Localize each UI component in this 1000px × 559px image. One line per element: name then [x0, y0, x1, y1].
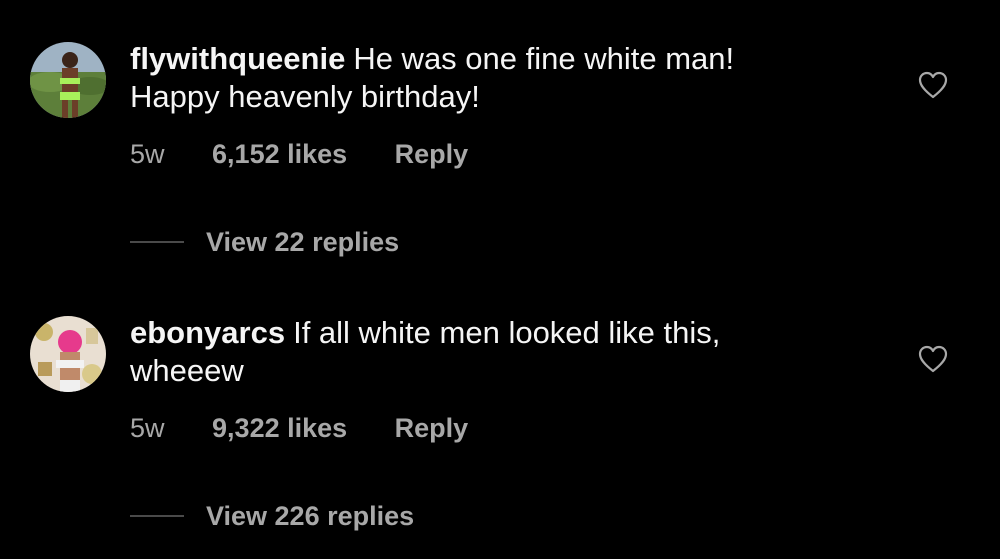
view-replies-button[interactable]: View 226 replies: [130, 498, 414, 534]
reply-button[interactable]: Reply: [395, 410, 469, 446]
comment-username[interactable]: ebonyarcs: [130, 315, 285, 350]
comment-username[interactable]: flywithqueenie: [130, 41, 345, 76]
replies-divider: [130, 514, 184, 517]
comment-timestamp: 5w: [130, 139, 165, 169]
comment-meta: 5w 9,322 likes Reply: [130, 410, 468, 446]
comment-body: flywithqueenie He was one fine white man!…: [130, 40, 870, 116]
avatar[interactable]: [30, 42, 106, 118]
view-replies-button[interactable]: View 22 replies: [130, 224, 399, 260]
heart-outline-icon[interactable]: [918, 345, 948, 373]
heart-outline-icon[interactable]: [918, 71, 948, 99]
avatar[interactable]: [30, 316, 106, 392]
likes-count[interactable]: 9,322 likes: [212, 410, 347, 446]
view-replies-label: View 226 replies: [206, 501, 415, 531]
replies-divider: [130, 240, 184, 243]
likes-count[interactable]: 6,152 likes: [212, 136, 347, 172]
comment-timestamp: 5w: [130, 413, 165, 443]
comment-body: ebonyarcs If all white men looked like th…: [130, 314, 870, 390]
reply-button[interactable]: Reply: [395, 136, 469, 172]
comment-meta: 5w 6,152 likes Reply: [130, 136, 468, 172]
view-replies-label: View 22 replies: [206, 227, 400, 257]
